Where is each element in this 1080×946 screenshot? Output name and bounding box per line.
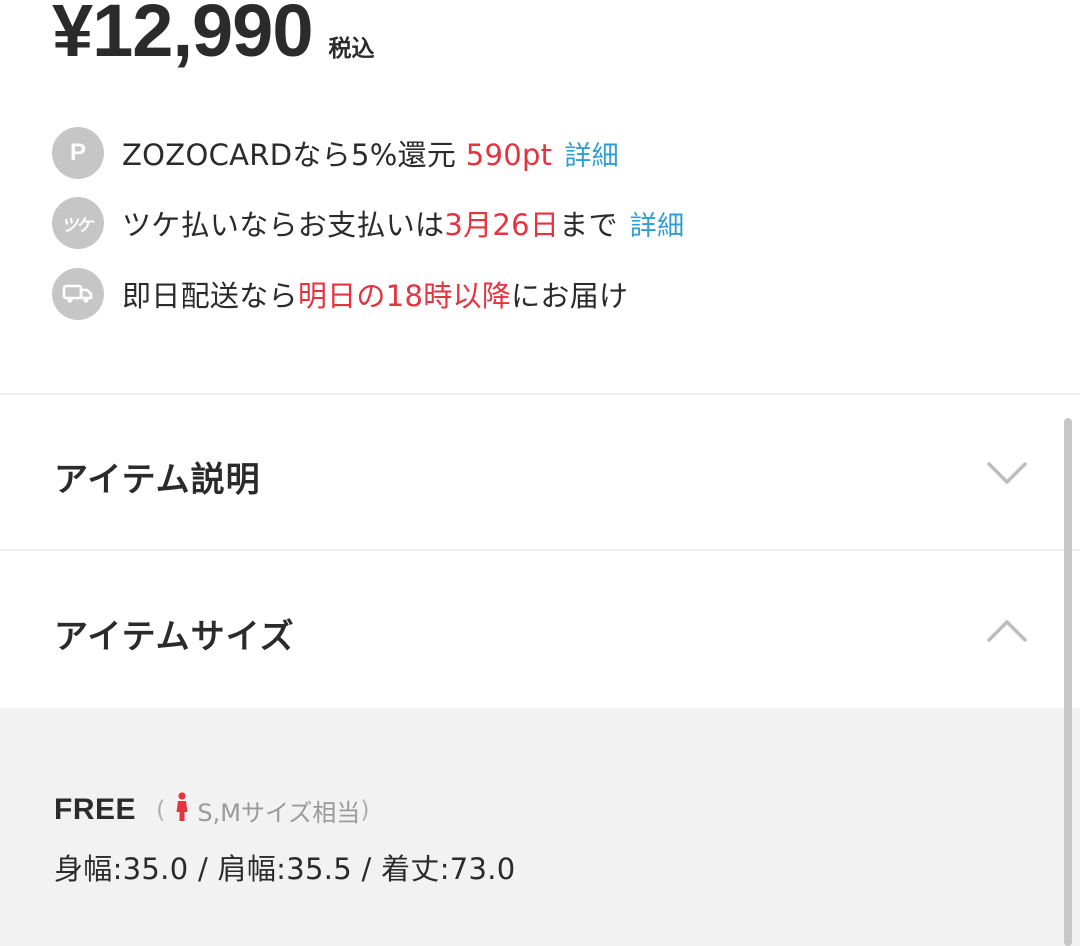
price: ¥12,990 (52, 0, 313, 72)
accordion-title: アイテム説明 (54, 460, 261, 500)
detail-link[interactable]: 詳細 (630, 211, 685, 242)
price-row: ¥12,990 税込 (52, 0, 375, 68)
size-header: FREE ( S,Mサイズ相当 ) (54, 792, 370, 828)
benefit-zozocard: P ZOZOCARDなら5%還元 590pt 詳細 (52, 127, 619, 179)
delivery-time: 明日の18時以降 (297, 279, 512, 313)
detail-link[interactable]: 詳細 (564, 141, 619, 172)
point-p-icon: P (52, 127, 104, 179)
points-amount: 590pt (465, 138, 553, 172)
benefit-text: ツケ払いならお支払いは3月26日まで 詳細 (122, 208, 685, 242)
benefit-text: 即日配送なら明日の18時以降にお届け (122, 279, 629, 313)
product-detail-page: ¥12,990 税込 P ZOZOCARDなら5%還元 590pt 詳細 ツケ ツ… (0, 0, 1080, 946)
divider (0, 393, 1080, 395)
tax-included-label: 税込 (328, 36, 375, 62)
size-name: FREE (54, 793, 137, 826)
payment-date: 3月26日 (444, 208, 560, 242)
size-panel: FREE ( S,Mサイズ相当 ) 身幅:35.0 / 肩幅:35.5 / 着丈… (0, 708, 1080, 946)
size-measurements: 身幅:35.0 / 肩幅:35.5 / 着丈:73.0 (54, 852, 516, 886)
chevron-up-icon[interactable] (985, 618, 1029, 644)
benefit-tsuke-payment: ツケ ツケ払いならお支払いは3月26日まで 詳細 (52, 197, 684, 249)
chevron-down-icon[interactable] (985, 460, 1029, 486)
woman-icon (175, 792, 189, 828)
tsuke-payment-icon: ツケ (52, 197, 104, 249)
scrollbar[interactable] (1064, 418, 1072, 946)
size-equivalent-note: ( S,Mサイズ相当 ) (156, 792, 370, 828)
accordion-title: アイテムサイズ (54, 617, 295, 657)
benefit-text: ZOZOCARDなら5%還元 590pt 詳細 (122, 138, 619, 172)
delivery-truck-icon (52, 268, 104, 320)
divider (0, 549, 1080, 551)
benefit-same-day-delivery: 即日配送なら明日の18時以降にお届け (52, 268, 628, 320)
